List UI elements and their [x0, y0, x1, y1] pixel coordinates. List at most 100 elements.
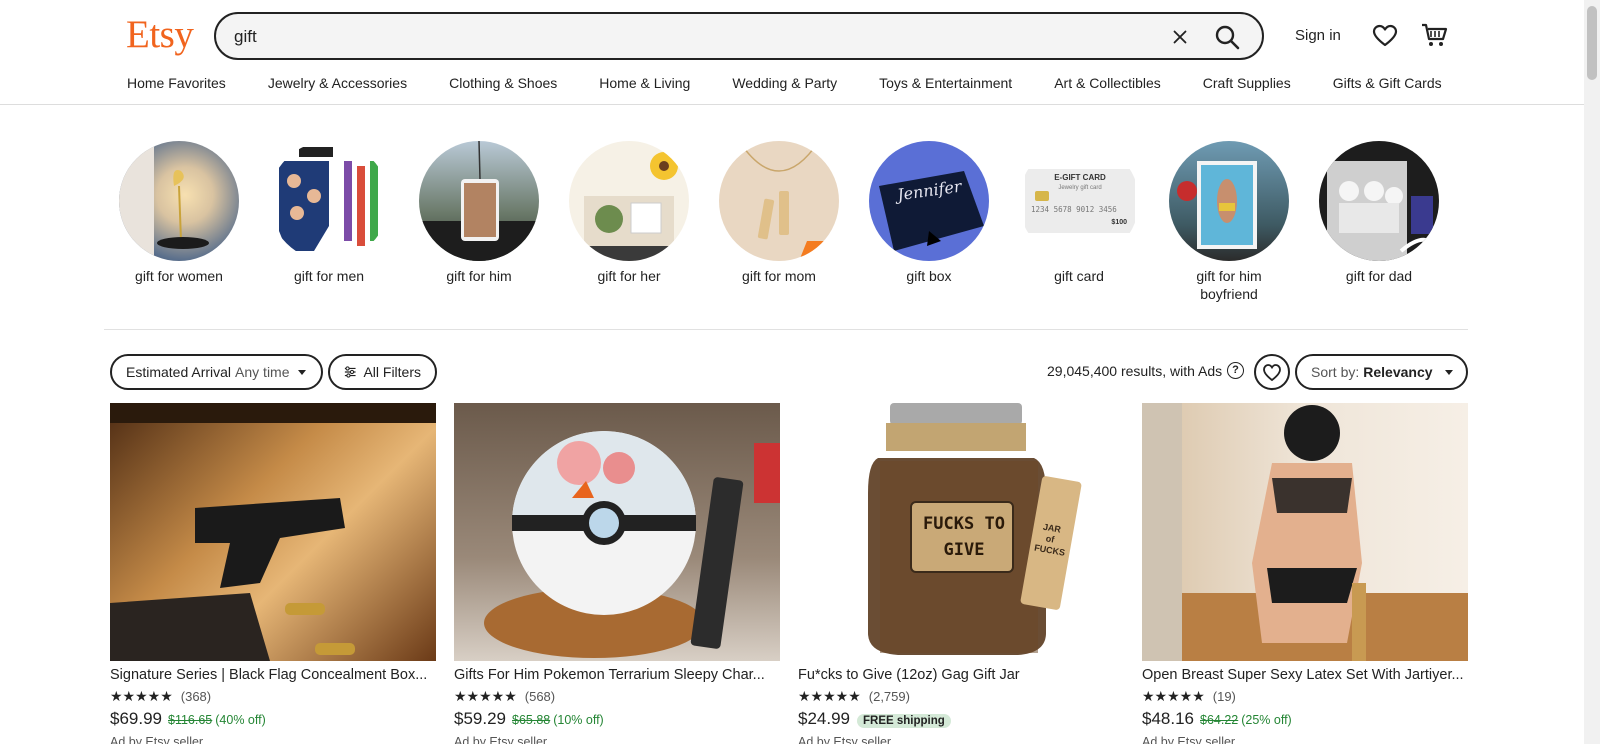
related-image	[1319, 141, 1439, 261]
related-gift-for-women[interactable]: gift for women	[118, 141, 240, 285]
caret-down-icon	[297, 369, 306, 375]
related-label: gift for her	[597, 268, 661, 284]
save-search-button[interactable]	[1254, 354, 1290, 390]
heart-icon	[1263, 364, 1281, 382]
listing-image[interactable]: FUCKS TO GIVE JAR of FUCKS	[798, 403, 1124, 661]
star-rating-icon: ★★★★★	[1142, 688, 1205, 704]
listing-rating: ★★★★★ (19)	[1142, 688, 1468, 705]
search-input[interactable]	[234, 24, 1134, 50]
all-filters-label: All Filters	[363, 364, 421, 380]
all-filters-button[interactable]: All Filters	[328, 354, 437, 390]
related-label: gift for him	[446, 268, 512, 284]
star-rating-icon: ★★★★★	[454, 688, 517, 704]
listing-card[interactable]: Gifts For Him Pokemon Terrarium Sleepy C…	[454, 403, 780, 744]
scrollbar-thumb[interactable]	[1587, 6, 1597, 80]
related-label: gift for women	[135, 268, 223, 284]
listing-title[interactable]: Open Breast Super Sexy Latex Set With Ja…	[1142, 667, 1468, 683]
chip-icon	[1035, 191, 1049, 201]
listing-card[interactable]: Open Breast Super Sexy Latex Set With Ja…	[1142, 403, 1468, 744]
arrival-value: Any time	[235, 364, 290, 380]
ad-label: Ad by Etsy seller	[454, 735, 548, 744]
sign-in-link[interactable]: Sign in	[1295, 27, 1341, 44]
review-count: (19)	[1212, 689, 1236, 704]
help-icon[interactable]: ?	[1227, 362, 1244, 379]
ad-label: Ad by Etsy seller	[1142, 735, 1236, 744]
arrival-label: Estimated Arrival	[126, 364, 232, 380]
category-toys[interactable]: Toys & Entertainment	[879, 75, 1012, 91]
car-freshener-image	[419, 141, 539, 261]
related-gift-card[interactable]: E-GIFT CARD Jewelry gift card 1234 5678 …	[1018, 141, 1140, 285]
clear-search-icon[interactable]	[1169, 26, 1191, 48]
listing-title[interactable]: Fu*cks to Give (12oz) Gag Gift Jar	[798, 667, 1124, 683]
star-rating-icon: ★★★★★	[110, 688, 173, 704]
crystal-image	[1327, 161, 1433, 261]
category-home-living[interactable]: Home & Living	[599, 75, 690, 91]
heart-icon[interactable]	[1372, 23, 1398, 49]
related-gift-for-dad[interactable]: gift for dad	[1318, 141, 1440, 285]
category-gifts[interactable]: Gifts & Gift Cards	[1333, 75, 1442, 91]
related-label: gift for men	[293, 268, 365, 284]
category-jewelry[interactable]: Jewelry & Accessories	[268, 75, 407, 91]
sort-label: Sort by:	[1311, 364, 1360, 380]
sort-dropdown[interactable]: Sort by: Relevancy	[1295, 354, 1468, 390]
listing-price: $59.29 $65.88 (10% off)	[454, 709, 780, 729]
search-icon[interactable]	[1213, 23, 1241, 51]
listing-card[interactable]: Signature Series | Black Flag Concealmen…	[110, 403, 436, 744]
estimated-arrival-dropdown[interactable]: Estimated Arrival Any time	[110, 354, 323, 390]
section-divider	[104, 329, 1468, 330]
jar-label: FUCKS TO GIVE	[910, 501, 1014, 573]
related-image	[119, 141, 239, 261]
etsy-logo[interactable]: Etsy	[126, 12, 194, 57]
category-home-favorites[interactable]: Home Favorites	[127, 75, 226, 91]
category-wedding-party[interactable]: Wedding & Party	[732, 75, 837, 91]
related-gift-for-her[interactable]: gift for her	[568, 141, 690, 285]
gift-basket-image	[584, 152, 678, 261]
related-image: E-GIFT CARD Jewelry gift card 1234 5678 …	[1019, 141, 1139, 261]
related-image	[269, 141, 389, 261]
cart-icon[interactable]	[1420, 21, 1448, 49]
listing-title[interactable]: Gifts For Him Pokemon Terrarium Sleepy C…	[454, 667, 780, 683]
related-label: gift box	[906, 268, 952, 284]
price-discount: (25% off)	[1241, 713, 1292, 727]
photo-freshener-image	[1177, 161, 1257, 249]
related-gift-for-men[interactable]: gift for men	[268, 141, 390, 285]
sort-value: Relevancy	[1363, 364, 1433, 380]
gift-card-image: E-GIFT CARD Jewelry gift card 1234 5678 …	[1025, 169, 1135, 233]
related-image	[569, 141, 689, 261]
listing-rating: ★★★★★ (568)	[454, 688, 780, 705]
related-image	[1169, 141, 1289, 261]
related-image: Jennifer	[869, 141, 989, 261]
related-gift-box[interactable]: Jennifer gift box	[868, 141, 990, 285]
listing-image[interactable]	[454, 403, 780, 661]
review-count: (2,759)	[868, 689, 910, 704]
jar-tag-text: JAR of FUCKS	[1033, 521, 1066, 558]
category-nav: Home Favorites Jewelry & Accessories Clo…	[127, 75, 1442, 91]
category-clothing[interactable]: Clothing & Shoes	[449, 75, 557, 91]
related-gift-for-him[interactable]: gift for him	[418, 141, 540, 285]
category-art[interactable]: Art & Collectibles	[1054, 75, 1161, 91]
search-bar[interactable]	[214, 12, 1264, 60]
review-count: (568)	[524, 689, 556, 704]
listing-image[interactable]	[1142, 403, 1468, 661]
filter-sliders-icon	[344, 366, 356, 378]
ad-label: Ad by Etsy seller	[798, 735, 892, 744]
price-original: $65.88	[512, 713, 551, 727]
related-gift-for-mom[interactable]: gift for mom	[718, 141, 840, 285]
listing-card[interactable]: FUCKS TO GIVE JAR of FUCKS Fu*cks to Giv…	[798, 403, 1124, 744]
price-current: $59.29	[454, 709, 506, 728]
listing-title[interactable]: Signature Series | Black Flag Concealmen…	[110, 667, 436, 683]
listing-price: $24.99 FREE shipping	[798, 709, 1124, 729]
category-craft[interactable]: Craft Supplies	[1203, 75, 1291, 91]
results-count: 29,045,400 results, with Ads	[1047, 363, 1223, 379]
necklace-image	[738, 141, 839, 261]
header-divider	[0, 104, 1585, 105]
rose-dome-image	[119, 141, 209, 261]
related-gift-for-him-boyfriend[interactable]: gift for him boyfriend	[1168, 141, 1290, 303]
price-discount: (10% off)	[553, 713, 604, 727]
listing-image[interactable]	[110, 403, 436, 661]
review-count: (368)	[180, 689, 212, 704]
ad-label: Ad by Etsy seller	[110, 735, 204, 744]
page-scrollbar[interactable]	[1584, 0, 1600, 744]
caret-down-icon	[1444, 369, 1453, 375]
pistol-box-image	[110, 403, 436, 661]
